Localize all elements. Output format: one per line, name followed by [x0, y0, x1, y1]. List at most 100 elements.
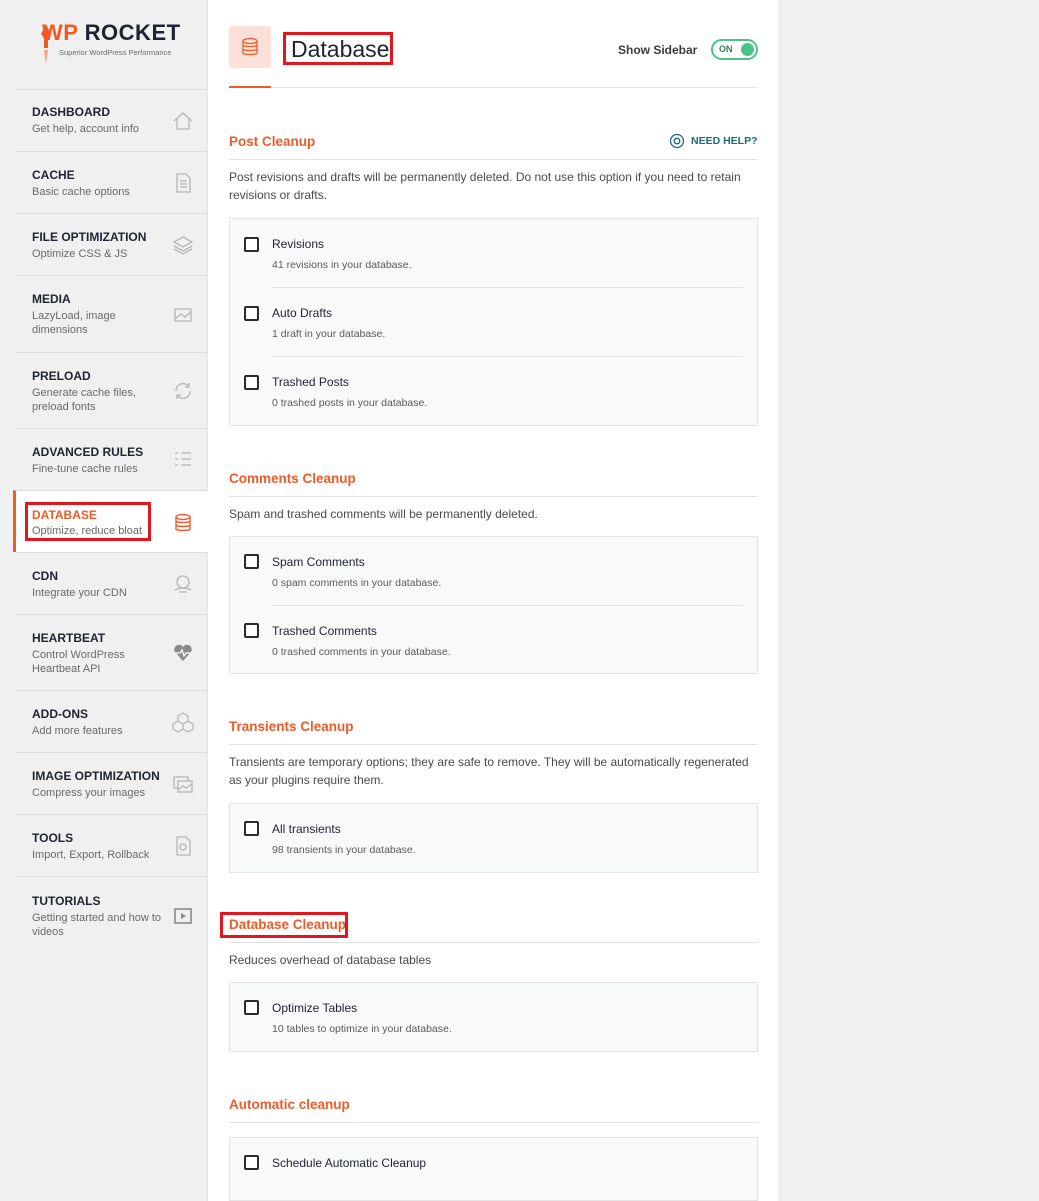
- section-description: Reduces overhead of database tables: [229, 953, 432, 967]
- sidebar-item-desc: Basic cache options: [32, 186, 130, 198]
- option-trashed-posts[interactable]: Trashed Posts 0 trashed posts in your da…: [230, 357, 759, 426]
- highlight-box: [220, 912, 348, 938]
- sidebar-item-desc: Generate cache files, preload fonts: [32, 387, 136, 413]
- sidebar-item-title: DASHBOARD: [32, 105, 110, 119]
- database-header-icon: [229, 26, 271, 68]
- sidebar-item-heartbeat[interactable]: HEARTBEAT Control WordPress Heartbeat AP…: [16, 614, 208, 690]
- checkbox[interactable]: [244, 375, 259, 390]
- sidebar-item-title: IMAGE OPTIMIZATION: [32, 769, 160, 783]
- video-icon: [174, 908, 192, 924]
- need-help-label: NEED HELP?: [691, 135, 758, 147]
- sidebar-item-desc: Get help, account info: [32, 123, 140, 135]
- heartbeat-icon: [174, 644, 192, 661]
- checkbox[interactable]: [244, 554, 259, 569]
- comments-cleanup-options: Spam Comments 0 spam comments in your da…: [229, 536, 758, 674]
- option-revisions[interactable]: Revisions 41 revisions in your database.: [230, 219, 759, 288]
- sidebar-item-file-optimization[interactable]: FILE OPTIMIZATION Optimize CSS & JS: [16, 213, 208, 275]
- sidebar-item-tools[interactable]: TOOLS Import, Export, Rollback: [16, 814, 208, 876]
- sidebar-item-desc: Fine-tune cache rules: [32, 463, 138, 475]
- option-label: Revisions: [272, 237, 325, 251]
- page-background: [778, 0, 1039, 1201]
- option-count: 0 trashed posts in your database.: [272, 397, 428, 409]
- show-sidebar-label: Show Sidebar: [618, 43, 698, 57]
- checkbox[interactable]: [244, 821, 259, 836]
- toggle-knob: [741, 43, 754, 56]
- section-divider: [229, 496, 758, 497]
- header-underline: [229, 86, 271, 88]
- refresh-icon: [175, 383, 191, 399]
- logo-title: WP ROCKET: [42, 20, 181, 45]
- section-title-automatic-cleanup: Automatic cleanup: [229, 1097, 350, 1112]
- section-description: Spam and trashed comments will be perman…: [229, 507, 538, 521]
- sidebar-item-title: ADD-ONS: [32, 707, 88, 721]
- option-trashed-comments[interactable]: Trashed Comments 0 trashed comments in y…: [230, 606, 759, 675]
- option-spam-comments[interactable]: Spam Comments 0 spam comments in your da…: [230, 537, 759, 606]
- checkbox[interactable]: [244, 1155, 259, 1170]
- list-icon: [175, 452, 191, 466]
- section-divider: [229, 744, 758, 745]
- checkbox[interactable]: [244, 306, 259, 321]
- cdn-icon: [174, 575, 192, 593]
- section-description: Transients are temporary options; they a…: [229, 755, 749, 787]
- sidebar-item-desc: Add more features: [32, 725, 123, 737]
- database-icon: [175, 513, 191, 532]
- sidebar-item-desc: Import, Export, Rollback: [32, 849, 150, 861]
- show-sidebar-toggle[interactable]: ON: [711, 39, 758, 60]
- option-all-transients[interactable]: All transients 98 transients in your dat…: [230, 804, 759, 873]
- sidebar-item-title: CDN: [32, 569, 58, 583]
- option-count: 1 draft in your database.: [272, 328, 386, 340]
- lifebuoy-icon: [669, 133, 685, 149]
- sidebar-item-title: HEARTBEAT: [32, 631, 106, 645]
- checkbox[interactable]: [244, 623, 259, 638]
- sidebar-item-desc: LazyLoad, image dimensions: [32, 310, 116, 336]
- sidebar-item-title: TUTORIALS: [32, 894, 101, 908]
- sidebar-item-desc: Optimize CSS & JS: [32, 248, 128, 260]
- option-optimize-tables[interactable]: Optimize Tables 10 tables to optimize in…: [230, 983, 759, 1052]
- section-divider: [229, 942, 758, 943]
- highlight-box: [283, 32, 393, 65]
- sidebar-item-cdn[interactable]: CDN Integrate your CDN: [16, 552, 208, 614]
- sidebar-item-cache[interactable]: CACHE Basic cache options: [16, 151, 208, 213]
- database-cleanup-options: Optimize Tables 10 tables to optimize in…: [229, 982, 758, 1052]
- sidebar-item-dashboard[interactable]: DASHBOARD Get help, account info: [16, 89, 208, 151]
- toggle-state-label: ON: [719, 44, 733, 54]
- checkbox[interactable]: [244, 1000, 259, 1015]
- sidebar-item-preload[interactable]: PRELOAD Generate cache files, preload fo…: [16, 352, 208, 428]
- sidebar: WP ROCKET Superior WordPress Performance…: [0, 0, 208, 1201]
- section-divider: [229, 159, 758, 160]
- layers-icon: [172, 236, 194, 255]
- sidebar-item-advanced-rules[interactable]: ADVANCED RULES Fine-tune cache rules: [16, 428, 208, 490]
- option-auto-drafts[interactable]: Auto Drafts 1 draft in your database.: [230, 288, 759, 357]
- option-label: Optimize Tables: [272, 1001, 358, 1015]
- sidebar-item-title: TOOLS: [32, 831, 74, 845]
- option-count: 0 spam comments in your database.: [272, 577, 442, 589]
- option-label: All transients: [272, 822, 341, 836]
- option-label: Spam Comments: [272, 555, 365, 569]
- option-count: 0 trashed comments in your database.: [272, 646, 451, 658]
- section-divider: [229, 1122, 758, 1123]
- option-label: Trashed Posts: [272, 375, 349, 389]
- sidebar-item-image-optimization[interactable]: IMAGE OPTIMIZATION Compress your images: [16, 752, 208, 814]
- option-schedule-automatic-cleanup[interactable]: Schedule Automatic Cleanup: [230, 1138, 759, 1198]
- sidebar-item-desc: Integrate your CDN: [32, 587, 127, 599]
- section-description: Post revisions and drafts will be perman…: [229, 170, 741, 202]
- sidebar-item-title: ADVANCED RULES: [32, 445, 144, 459]
- option-count: 10 tables to optimize in your database.: [272, 1023, 452, 1035]
- sidebar-item-title: FILE OPTIMIZATION: [32, 230, 147, 244]
- option-count: 98 transients in your database.: [272, 844, 416, 856]
- option-label: Auto Drafts: [272, 306, 333, 320]
- sidebar-item-media[interactable]: MEDIA LazyLoad, image dimensions: [16, 275, 208, 352]
- logo-tagline: Superior WordPress Performance: [59, 48, 172, 57]
- images-icon: [173, 776, 193, 793]
- image-icon: [174, 308, 192, 322]
- post-cleanup-options: Revisions 41 revisions in your database.…: [229, 218, 758, 426]
- wp-rocket-logo[interactable]: WP ROCKET Superior WordPress Performance: [0, 0, 207, 88]
- need-help-link[interactable]: NEED HELP?: [669, 133, 758, 149]
- cubes-icon: [172, 712, 194, 733]
- sidebar-item-add-ons[interactable]: ADD-ONS Add more features: [16, 690, 208, 752]
- sidebar-item-tutorials[interactable]: TUTORIALS Getting started and how to vid…: [16, 876, 208, 952]
- option-label: Trashed Comments: [272, 624, 377, 638]
- checkbox[interactable]: [244, 237, 259, 252]
- automatic-cleanup-options: Schedule Automatic Cleanup: [229, 1137, 758, 1201]
- sidebar-item-desc: Compress your images: [32, 787, 146, 799]
